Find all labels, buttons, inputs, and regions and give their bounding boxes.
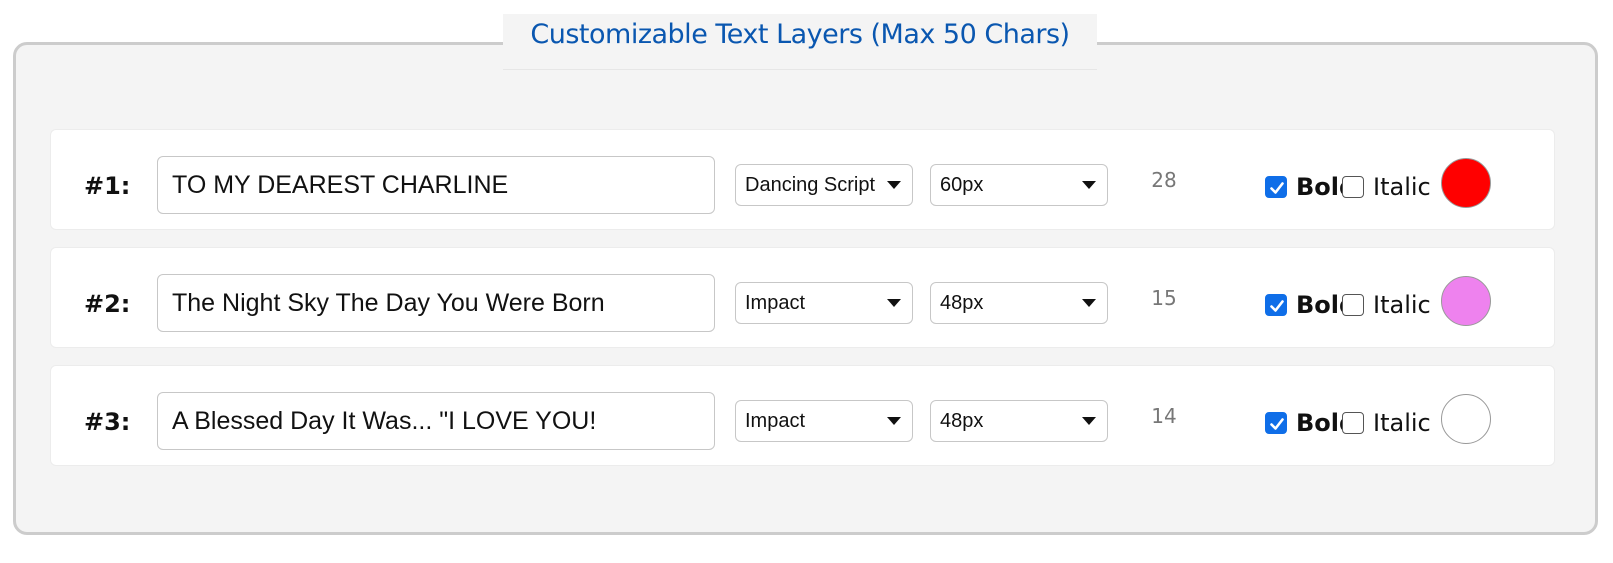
color-swatch[interactable]: [1441, 276, 1491, 326]
font-family-value: Impact: [745, 410, 806, 432]
bold-label: Bold: [1296, 291, 1342, 319]
bold-checkbox[interactable]: [1265, 294, 1287, 316]
font-family-select[interactable]: Impact: [735, 400, 913, 442]
char-count: 28: [1151, 168, 1177, 192]
layer-number-label: #1:: [84, 172, 131, 200]
text-layer-row-3: #3: Impact 48px 14 Bold Italic: [50, 365, 1555, 466]
bold-checkbox[interactable]: [1265, 176, 1287, 198]
layer-text-input[interactable]: [157, 392, 715, 450]
bold-checkbox[interactable]: [1265, 412, 1287, 434]
char-count: 14: [1151, 404, 1177, 428]
chevron-down-icon: [1082, 299, 1096, 307]
font-size-value: 60px: [940, 174, 984, 196]
italic-label: Italic: [1373, 173, 1431, 201]
font-family-select[interactable]: Impact: [735, 282, 913, 324]
color-swatch[interactable]: [1441, 158, 1491, 208]
chevron-down-icon: [887, 181, 901, 189]
panel-title: Customizable Text Layers (Max 50 Chars): [503, 14, 1097, 70]
italic-checkbox[interactable]: [1342, 176, 1364, 198]
font-family-value: Impact: [745, 292, 806, 314]
font-size-select[interactable]: 48px: [930, 400, 1108, 442]
text-layer-row-2: #2: Impact 48px 15 Bold Italic: [50, 247, 1555, 348]
chevron-down-icon: [1082, 181, 1096, 189]
italic-checkbox[interactable]: [1342, 412, 1364, 434]
color-swatch[interactable]: [1441, 394, 1491, 444]
layer-number-label: #3:: [84, 408, 131, 436]
char-count: 15: [1151, 286, 1177, 310]
checkmark-icon: [1270, 418, 1284, 430]
font-size-select[interactable]: 48px: [930, 282, 1108, 324]
checkmark-icon: [1270, 300, 1284, 312]
bold-label: Bold: [1296, 409, 1342, 437]
layer-text-input[interactable]: [157, 274, 715, 332]
chevron-down-icon: [887, 299, 901, 307]
italic-checkbox[interactable]: [1342, 294, 1364, 316]
font-size-value: 48px: [940, 292, 984, 314]
font-family-value: Dancing Script: [745, 174, 876, 196]
text-layer-row-1: #1: Dancing Script 60px 28 Bold Italic: [50, 129, 1555, 230]
checkmark-icon: [1270, 182, 1284, 194]
italic-label: Italic: [1373, 291, 1431, 319]
layer-text-input[interactable]: [157, 156, 715, 214]
chevron-down-icon: [1082, 417, 1096, 425]
layer-number-label: #2:: [84, 290, 131, 318]
chevron-down-icon: [887, 417, 901, 425]
font-size-value: 48px: [940, 410, 984, 432]
font-size-select[interactable]: 60px: [930, 164, 1108, 206]
italic-label: Italic: [1373, 409, 1431, 437]
bold-label: Bold: [1296, 173, 1342, 201]
font-family-select[interactable]: Dancing Script: [735, 164, 913, 206]
